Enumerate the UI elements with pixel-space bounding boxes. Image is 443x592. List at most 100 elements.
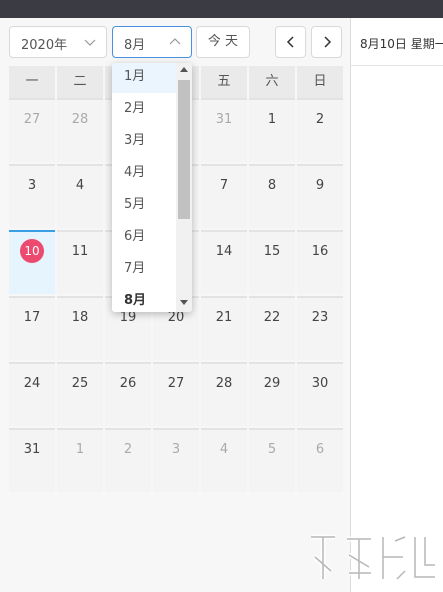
calendar-day[interactable]: 9 (297, 164, 343, 228)
schedule-pane: 8月10日 星期一 (350, 18, 443, 592)
day-number: 4 (219, 442, 229, 457)
month-select-value: 8月 (124, 38, 146, 53)
calendar-day[interactable]: 1 (249, 98, 295, 162)
day-number: 27 (23, 112, 41, 127)
calendar-day[interactable]: 27 (9, 98, 55, 162)
day-number: 22 (263, 310, 281, 325)
day-number: 11 (71, 244, 89, 259)
day-number: 31 (215, 112, 233, 127)
day-number: 26 (119, 376, 137, 391)
month-option[interactable]: 5月 (112, 189, 176, 221)
weekday-label: 六 (249, 66, 295, 98)
day-number: 18 (71, 310, 89, 325)
calendar-day[interactable]: 6 (297, 428, 343, 492)
selected-date-title: 8月10日 星期一 (360, 37, 443, 51)
day-number: 21 (215, 310, 233, 325)
month-option[interactable]: 6月 (112, 221, 176, 253)
calendar-day[interactable]: 29 (249, 362, 295, 426)
prev-month-button[interactable] (275, 26, 306, 58)
calendar-day[interactable]: 2 (297, 98, 343, 162)
day-number: 27 (167, 376, 185, 391)
today-button[interactable]: 今 天 (196, 26, 250, 58)
chevron-down-icon (84, 39, 96, 46)
day-number: 7 (219, 178, 229, 193)
day-number: 28 (215, 376, 233, 391)
calendar-day[interactable]: 2 (105, 428, 151, 492)
weekday-label: 一 (9, 66, 55, 98)
calendar-day[interactable]: 4 (57, 164, 103, 228)
month-option[interactable]: 7月 (112, 253, 176, 285)
day-number: 3 (27, 178, 37, 193)
calendar-day[interactable]: 4 (201, 428, 247, 492)
calendar-day[interactable]: 26 (105, 362, 151, 426)
day-number: 4 (75, 178, 85, 193)
month-option[interactable]: 3月 (112, 125, 176, 157)
day-number: 2 (123, 442, 133, 457)
scroll-down-arrow-icon[interactable] (180, 300, 188, 305)
calendar-day[interactable]: 17 (9, 296, 55, 360)
weekday-label: 日 (297, 66, 343, 98)
calendar-day[interactable]: 7 (201, 164, 247, 228)
day-number: 3 (171, 442, 181, 457)
calendar-day[interactable]: 28 (57, 98, 103, 162)
day-number: 19 (119, 310, 137, 325)
month-option[interactable]: 2月 (112, 93, 176, 125)
day-number: 28 (71, 112, 89, 127)
calendar-day[interactable]: 27 (153, 362, 199, 426)
calendar-day[interactable]: 31 (201, 98, 247, 162)
day-number: 16 (311, 244, 329, 259)
month-select[interactable]: 8月 (112, 26, 192, 58)
weekday-label: 二 (57, 66, 103, 98)
year-select[interactable]: 2020年 (9, 26, 107, 58)
calendar-day[interactable]: 1 (57, 428, 103, 492)
calendar-day-today[interactable]: 10 (9, 230, 55, 294)
month-option[interactable]: 4月 (112, 157, 176, 189)
day-number: 17 (23, 310, 41, 325)
calendar-day[interactable]: 5 (249, 428, 295, 492)
day-number: 14 (215, 244, 233, 259)
day-number: 15 (263, 244, 281, 259)
day-number: 1 (75, 442, 85, 457)
scroll-up-arrow-icon[interactable] (180, 67, 188, 72)
chevron-left-icon (286, 36, 294, 48)
day-number: 9 (315, 178, 325, 193)
calendar-day[interactable]: 28 (201, 362, 247, 426)
day-number: 20 (167, 310, 185, 325)
day-number: 31 (23, 442, 41, 457)
chevron-up-icon (169, 38, 181, 45)
day-number: 29 (263, 376, 281, 391)
window-title-bar (0, 0, 443, 18)
calendar-day[interactable]: 3 (153, 428, 199, 492)
today-marker: 10 (20, 239, 44, 263)
day-number: 24 (23, 376, 41, 391)
calendar-day[interactable]: 18 (57, 296, 103, 360)
calendar-day[interactable]: 14 (201, 230, 247, 294)
calendar-day[interactable]: 22 (249, 296, 295, 360)
calendar-day[interactable]: 21 (201, 296, 247, 360)
day-number: 30 (311, 376, 329, 391)
day-number: 2 (315, 112, 325, 127)
year-select-value: 2020年 (21, 38, 68, 53)
calendar-day[interactable]: 11 (57, 230, 103, 294)
month-option[interactable]: 1月 (112, 63, 176, 93)
month-dropdown: 1月 2月 3月 4月 5月 6月 7月 8月 (112, 63, 192, 312)
calendar-day[interactable]: 30 (297, 362, 343, 426)
day-number: 25 (71, 376, 89, 391)
watermark-logo (311, 534, 435, 581)
day-number: 6 (315, 442, 325, 457)
calendar-day[interactable]: 15 (249, 230, 295, 294)
calendar-day[interactable]: 8 (249, 164, 295, 228)
day-number: 8 (267, 178, 277, 193)
day-number: 1 (267, 112, 277, 127)
next-month-button[interactable] (311, 26, 342, 58)
weekday-label: 五 (201, 66, 247, 98)
month-option[interactable]: 8月 (112, 285, 176, 312)
calendar-day[interactable]: 3 (9, 164, 55, 228)
calendar-day[interactable]: 23 (297, 296, 343, 360)
calendar-day[interactable]: 25 (57, 362, 103, 426)
calendar-day[interactable]: 16 (297, 230, 343, 294)
scrollbar-thumb[interactable] (178, 80, 190, 219)
calendar-day[interactable]: 24 (9, 362, 55, 426)
calendar-day[interactable]: 31 (9, 428, 55, 492)
day-number: 5 (267, 442, 277, 457)
